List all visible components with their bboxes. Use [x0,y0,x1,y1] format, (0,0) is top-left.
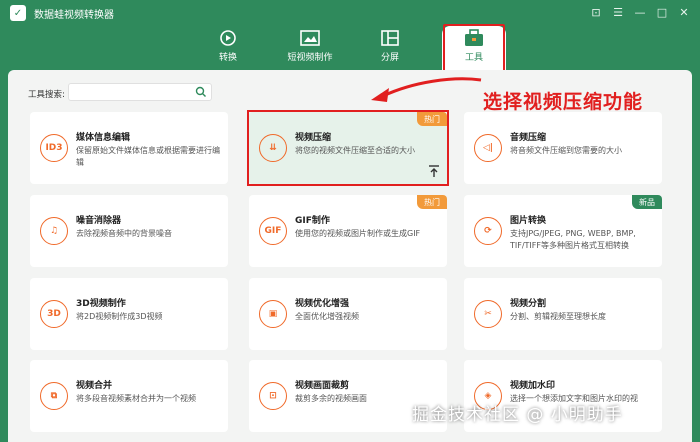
crop-icon: ⊡ [259,382,287,410]
tab-convert[interactable]: 转换 [196,26,260,70]
short-video-icon [299,28,321,48]
pin-to-top-icon[interactable] [427,164,441,178]
tool-title: 音频压缩 [510,133,547,143]
minimize-button[interactable]: — [630,3,650,21]
tools-panel: 工具搜索: 选择视频压缩功能 ID3 媒体信息编辑 保留原始文件媒体信息或根据需… [8,70,692,442]
tool-title: 视频压缩 [295,133,332,143]
tool-desc: 去除视频音频中的背景噪音 [76,229,172,238]
menu-icon[interactable]: ☰ [608,3,628,21]
gif-icon: GIF [259,217,287,245]
tab-label: 工具 [464,53,483,63]
main-nav: 转换 短视频制作 分屏 工具 [0,26,700,72]
audio-compress-icon: ◁| [474,134,502,162]
tool-card-3d-maker[interactable]: 3D 3D视频制作 将2D视频制作成3D视频 [30,278,228,350]
split-screen-icon [379,28,401,48]
tool-desc: 将2D视频制作成3D视频 [76,312,163,321]
convert-icon [217,28,239,48]
3d-icon: 3D [40,300,68,328]
tool-desc: 将您的视频文件压缩至合适的大小 [295,146,415,155]
tool-title: 视频合并 [76,381,113,391]
tool-desc: 将多段音视频素材合并为一个视频 [76,394,196,403]
tool-desc: 支持JPG/JPEG, PNG, WEBP, BMP, TIF/TIFF等多种图… [510,229,636,250]
tool-title: 图片转换 [510,216,547,226]
window-controls: ⊡ ☰ — □ ✕ [586,3,694,21]
annotation-arrow-icon [371,77,482,102]
search-label: 工具搜索: [28,90,65,100]
tool-card-audio-compress[interactable]: ◁| 音频压缩 将音频文件压缩到您需要的大小 [464,112,662,184]
app-title: 数据蛙视频转换器 [34,9,114,21]
tool-title: 视频分割 [510,299,547,309]
tool-card-video-split[interactable]: ✂ 视频分割 分割、剪辑视频至理想长度 [464,278,662,350]
tab-short-video[interactable]: 短视频制作 [278,26,342,70]
tab-label: 转换 [218,53,237,63]
tool-title: 媒体信息编辑 [76,133,131,143]
image-convert-icon: ⟳ [474,217,502,245]
toolbox-icon [463,28,485,48]
tab-tools[interactable]: 工具 [442,26,506,72]
headphones-icon: ♫ [40,217,68,245]
title-bar: ✓ 数据蛙视频转换器 ⊡ ☰ — □ ✕ [0,0,700,26]
tool-desc: 全面优化增强视频 [295,312,359,321]
compress-icon: ⇊ [259,134,287,162]
hot-badge: 热门 [417,195,447,209]
scissors-icon: ✂ [474,300,502,328]
tool-desc: 使用您的视频或图片制作或生成GIF [295,229,421,238]
tool-card-video-merge[interactable]: ⧉ 视频合并 将多段音视频素材合并为一个视频 [30,360,228,432]
tool-card-media-info[interactable]: ID3 媒体信息编辑 保留原始文件媒体信息或根据需要进行编辑 [30,112,228,184]
app-logo-icon: ✓ [10,5,26,21]
tool-card-video-compress[interactable]: 热门 ⇊ 视频压缩 将您的视频文件压缩至合适的大小 [249,112,447,184]
tab-label: 短视频制作 [287,53,333,63]
tool-title: 视频优化增强 [295,299,350,309]
tool-desc: 将音频文件压缩到您需要的大小 [510,146,622,155]
tool-title: 视频画面裁剪 [295,381,350,391]
tool-card-noise-remover[interactable]: ♫ 噪音消除器 去除视频音频中的背景噪音 [30,195,228,267]
new-badge: 新品 [632,195,662,209]
enhance-icon: ▣ [259,300,287,328]
tool-desc: 保留原始文件媒体信息或根据需要进行编辑 [76,146,220,167]
tool-title: 3D视频制作 [76,299,126,309]
close-button[interactable]: ✕ [674,3,694,21]
tool-card-video-enhance[interactable]: ▣ 视频优化增强 全面优化增强视频 [249,278,447,350]
feedback-icon[interactable]: ⊡ [586,3,606,21]
search-icon[interactable] [195,86,207,98]
id3-icon: ID3 [40,134,68,162]
tool-title: 视频加水印 [510,381,556,391]
tab-label: 分屏 [380,53,399,63]
tool-card-gif-maker[interactable]: 热门 GIF GIF制作 使用您的视频或图片制作或生成GIF [249,195,447,267]
tab-split-screen[interactable]: 分屏 [358,26,422,70]
hot-badge: 热门 [417,112,447,126]
search-input[interactable] [68,83,212,101]
tool-card-image-convert[interactable]: 新品 ⟳ 图片转换 支持JPG/JPEG, PNG, WEBP, BMP, TI… [464,195,662,267]
annotation-text: 选择视频压缩功能 [483,91,644,113]
source-watermark: 掘金技术社区 @ 小明助手 [412,405,623,425]
tool-desc: 分割、剪辑视频至理想长度 [510,312,606,321]
tool-title: GIF制作 [295,216,330,226]
maximize-button[interactable]: □ [652,3,672,21]
merge-icon: ⧉ [40,382,68,410]
tool-title: 噪音消除器 [76,216,122,226]
